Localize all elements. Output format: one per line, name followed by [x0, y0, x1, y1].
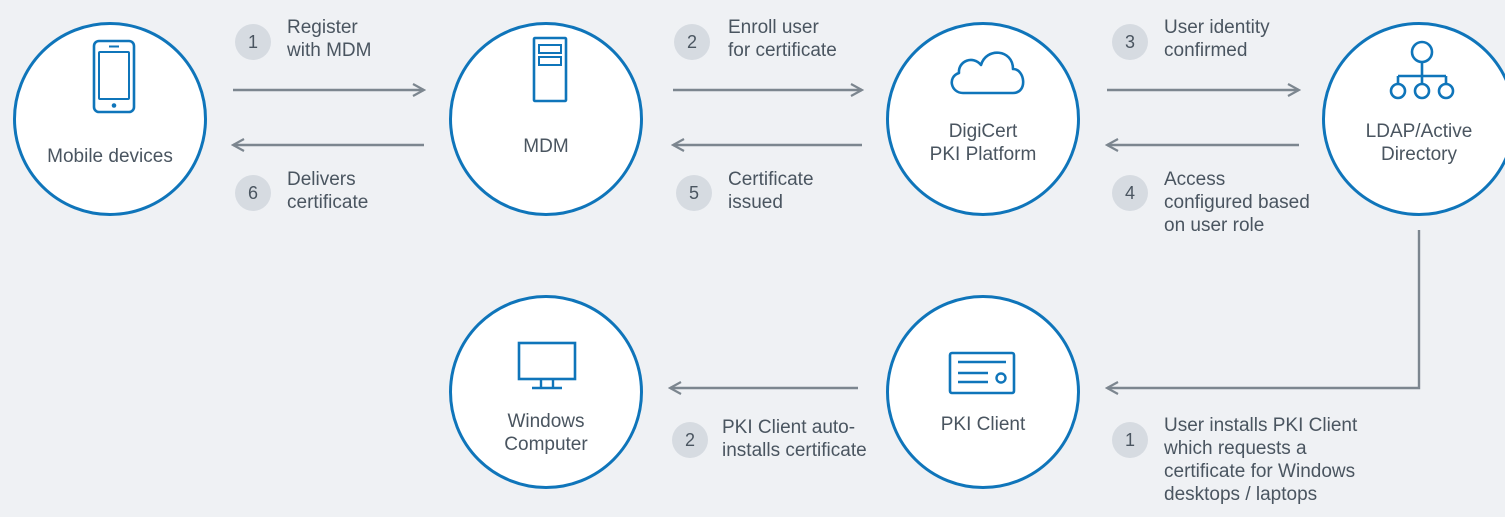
monitor-icon	[517, 341, 577, 390]
step-label: Enroll user for certificate	[728, 17, 837, 61]
step-badge: 2	[672, 422, 708, 458]
node-mobile-devices: Mobile devices	[13, 22, 207, 216]
node-digicert-pki-platform: DigiCert PKI Platform	[886, 22, 1080, 216]
step-label: User installs PKI Client which requests …	[1164, 415, 1358, 505]
step-badge: 5	[676, 175, 712, 211]
flow-diagram: Mobile devices MDM DigiCert PKI Platform	[0, 0, 1505, 517]
mobile-phone-icon	[92, 39, 136, 114]
step-label: Register with MDM	[287, 17, 372, 61]
node-label: LDAP/Active Directory	[1365, 121, 1473, 165]
step-label: User identity confirmed	[1164, 17, 1270, 61]
step-badge: 4	[1112, 175, 1148, 211]
node-label: DigiCert PKI Platform	[929, 121, 1037, 165]
node-label: PKI Client	[940, 414, 1026, 435]
step-badge: 2	[674, 24, 710, 60]
server-tower-icon	[532, 36, 568, 103]
hierarchy-icon	[1389, 40, 1455, 100]
step-badge: 3	[1112, 24, 1148, 60]
step-label: Certificate issued	[728, 169, 814, 213]
arrow-ldap-to-pki-client	[1107, 230, 1421, 388]
step-badge: 1	[1112, 422, 1148, 458]
node-mdm: MDM	[449, 22, 643, 216]
step-label: PKI Client auto- installs certificate	[722, 417, 867, 461]
step-label: Access configured based on user role	[1164, 169, 1310, 236]
step-label: Delivers certificate	[287, 169, 369, 213]
cloud-icon	[950, 51, 1025, 95]
node-label: MDM	[523, 136, 569, 157]
certificate-card-icon	[948, 351, 1016, 395]
node-windows-computer: Windows Computer	[449, 295, 643, 489]
node-label: Windows Computer	[504, 411, 588, 455]
step-badge: 1	[235, 24, 271, 60]
node-ldap-active-directory: LDAP/Active Directory	[1322, 22, 1505, 216]
step-badge: 6	[235, 175, 271, 211]
node-pki-client: PKI Client	[886, 295, 1080, 489]
node-label: Mobile devices	[47, 146, 173, 167]
